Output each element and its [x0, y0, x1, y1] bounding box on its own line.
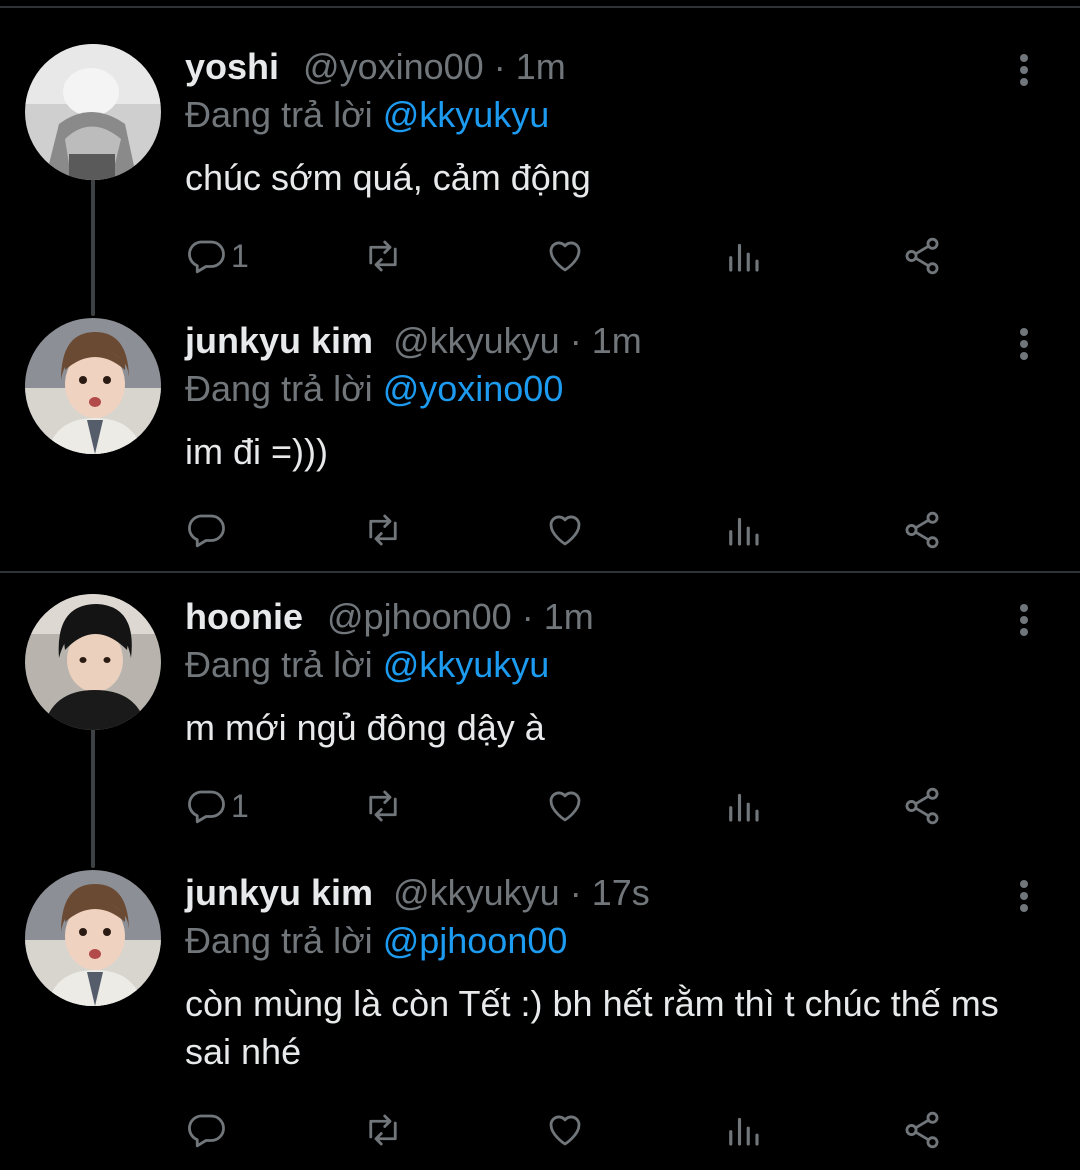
like-icon — [549, 791, 581, 822]
tweet-actions — [0, 1105, 1080, 1155]
reply-mention[interactable]: @yoxino00 — [383, 368, 564, 409]
retweet-icon — [369, 1114, 397, 1146]
avatar[interactable] — [25, 594, 161, 730]
replying-label: Đang trả lời — [185, 920, 373, 961]
display-name[interactable]: yoshi — [185, 46, 279, 87]
tweet-header: yoshi @yoxino00 · 1m — [185, 46, 566, 88]
reply-icon — [188, 514, 225, 548]
more-icon[interactable] — [1012, 878, 1036, 918]
reply-icon — [188, 790, 225, 824]
like-button[interactable] — [544, 781, 586, 831]
display-name[interactable]: junkyu kim — [185, 320, 373, 361]
retweet-button[interactable] — [362, 505, 404, 555]
tweet-actions: 1 — [0, 781, 1080, 831]
top-divider — [0, 6, 1080, 8]
timestamp[interactable]: 1m — [516, 46, 566, 87]
avatar-image — [25, 870, 161, 1006]
analytics-icon — [729, 517, 759, 546]
tweet-actions: 1 — [0, 231, 1080, 281]
user-handle[interactable]: @yoxino00 — [303, 46, 484, 87]
retweet-icon — [369, 240, 397, 272]
like-button[interactable] — [544, 505, 586, 555]
separator-dot: · — [569, 320, 592, 361]
share-icon — [905, 237, 939, 275]
replying-to: Đang trả lời @yoxino00 — [185, 368, 563, 410]
reply-count: 1 — [231, 787, 249, 824]
like-icon — [549, 515, 581, 546]
timestamp[interactable]: 17s — [592, 872, 650, 913]
replying-label: Đang trả lời — [185, 94, 373, 135]
user-handle[interactable]: @kkyukyu — [393, 872, 560, 913]
replying-label: Đang trả lời — [185, 644, 373, 685]
more-icon[interactable] — [1012, 602, 1036, 642]
avatar[interactable] — [25, 870, 161, 1006]
share-button[interactable] — [901, 781, 943, 831]
tweet-header: junkyu kim @kkyukyu · 17s — [185, 872, 650, 914]
analytics-button[interactable] — [722, 781, 764, 831]
share-icon — [905, 787, 939, 825]
user-handle[interactable]: @kkyukyu — [393, 320, 560, 361]
analytics-icon — [729, 793, 759, 822]
like-button[interactable] — [544, 231, 586, 281]
display-name[interactable]: junkyu kim — [185, 872, 373, 913]
thread-divider — [0, 571, 1080, 573]
share-icon — [905, 1111, 939, 1149]
tweet-text: còn mùng là còn Tết :) bh hết rằm thì t … — [185, 983, 999, 1072]
avatar-image — [25, 594, 161, 730]
tweet-text: m mới ngủ đông dậy à — [185, 707, 545, 748]
share-button[interactable] — [901, 505, 943, 555]
avatar[interactable] — [25, 44, 161, 180]
tweet-text: chúc sớm quá, cảm động — [185, 157, 591, 198]
separator-dot: · — [569, 872, 592, 913]
avatar-image — [25, 318, 161, 454]
reply-count: 1 — [231, 237, 249, 274]
analytics-button[interactable] — [722, 505, 764, 555]
retweet-button[interactable] — [362, 1105, 404, 1155]
replying-label: Đang trả lời — [185, 368, 373, 409]
separator-dot: · — [493, 46, 516, 87]
like-button[interactable] — [544, 1105, 586, 1155]
analytics-button[interactable] — [722, 1105, 764, 1155]
analytics-icon — [729, 1117, 759, 1146]
tweet-actions — [0, 505, 1080, 555]
timestamp[interactable]: 1m — [592, 320, 642, 361]
like-icon — [549, 241, 581, 272]
reply-icon — [188, 240, 225, 274]
reply-button[interactable] — [185, 1105, 231, 1155]
reply-button[interactable] — [185, 505, 231, 555]
analytics-button[interactable] — [722, 231, 764, 281]
replying-to: Đang trả lời @pjhoon00 — [185, 920, 567, 962]
user-handle[interactable]: @pjhoon00 — [327, 596, 512, 637]
retweet-icon — [369, 790, 397, 822]
tweet-text: im đi =))) — [185, 431, 328, 472]
more-icon[interactable] — [1012, 326, 1036, 366]
analytics-icon — [729, 243, 759, 272]
display-name[interactable]: hoonie — [185, 596, 303, 637]
retweet-button[interactable] — [362, 231, 404, 281]
separator-dot: · — [521, 596, 544, 637]
reply-button[interactable]: 1 — [185, 781, 249, 831]
replying-to: Đang trả lời @kkyukyu — [185, 644, 549, 686]
like-icon — [549, 1115, 581, 1146]
tweet-header: junkyu kim @kkyukyu · 1m — [185, 320, 642, 362]
retweet-icon — [369, 514, 397, 546]
timestamp[interactable]: 1m — [544, 596, 594, 637]
reply-mention[interactable]: @kkyukyu — [383, 94, 550, 135]
share-button[interactable] — [901, 231, 943, 281]
tweet-header: hoonie @pjhoon00 · 1m — [185, 596, 594, 638]
reply-button[interactable]: 1 — [185, 231, 249, 281]
reply-mention[interactable]: @pjhoon00 — [383, 920, 568, 961]
share-icon — [905, 511, 939, 549]
avatar[interactable] — [25, 318, 161, 454]
reply-mention[interactable]: @kkyukyu — [383, 644, 550, 685]
avatar-image — [25, 44, 161, 180]
replying-to: Đang trả lời @kkyukyu — [185, 94, 549, 136]
share-button[interactable] — [901, 1105, 943, 1155]
reply-icon — [188, 1114, 225, 1148]
more-icon[interactable] — [1012, 52, 1036, 92]
retweet-button[interactable] — [362, 781, 404, 831]
